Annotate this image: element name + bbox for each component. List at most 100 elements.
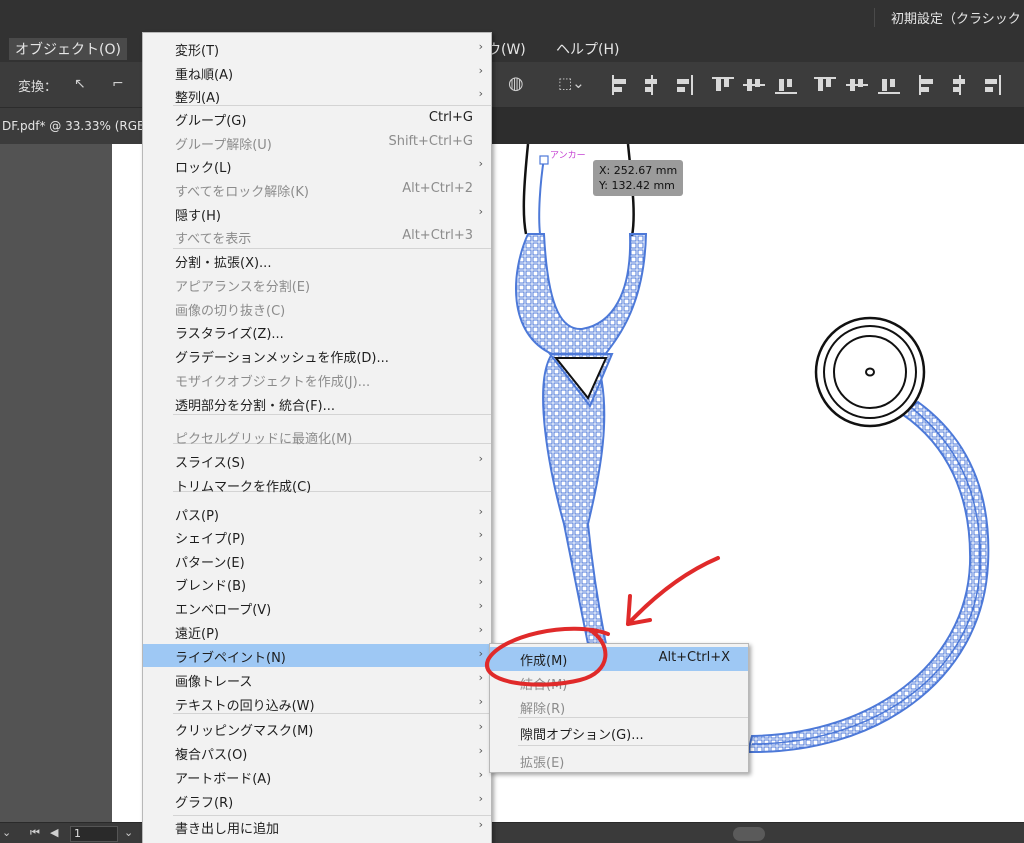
align-h-center-icon[interactable] bbox=[641, 75, 663, 95]
recolor-wheel-icon[interactable]: ◍ bbox=[508, 73, 524, 94]
object-menu-item[interactable]: 重ね順(A) › bbox=[143, 61, 491, 84]
menu-item-label: ブレンド(B) bbox=[175, 579, 247, 594]
object-menu-item[interactable]: ブレンド(B) › bbox=[143, 572, 491, 595]
object-menu-item[interactable]: エンベロープ(V) › bbox=[143, 596, 491, 619]
object-menu-item[interactable]: ライブペイント(N) › bbox=[143, 644, 491, 667]
object-menu-item: 画像の切り抜き(C) bbox=[143, 297, 491, 320]
document-tab[interactable]: DF.pdf* @ 33.33% (RGB bbox=[0, 108, 150, 144]
chevron-right-icon: › bbox=[478, 599, 483, 612]
object-menu-item: グループ解除(U) Shift+Ctrl+G bbox=[143, 131, 491, 154]
chevron-right-icon: › bbox=[478, 40, 483, 53]
menu-item-label: 分割・拡張(X)... bbox=[175, 256, 272, 271]
first-artboard-icon[interactable]: ⏮ bbox=[30, 826, 40, 840]
align-top-icon[interactable] bbox=[712, 75, 734, 95]
object-menu-item[interactable]: パターン(E) › bbox=[143, 549, 491, 572]
menu-item-label: ロック(L) bbox=[175, 161, 232, 176]
menu-item-shortcut: Alt+Ctrl+2 bbox=[402, 181, 473, 196]
object-menu-item[interactable]: 整列(A) › bbox=[143, 84, 491, 107]
chevron-right-icon: › bbox=[478, 647, 483, 660]
object-menu-item[interactable]: シェイプ(P) › bbox=[143, 525, 491, 548]
menu-item-label: グラデーションメッシュを作成(D)... bbox=[175, 351, 389, 366]
submenu-item-label: 拡張(E) bbox=[520, 756, 565, 771]
object-menu-item[interactable]: 分割・拡張(X)... bbox=[143, 249, 491, 272]
object-menu-item[interactable]: ロック(L) › bbox=[143, 154, 491, 177]
submenu-item-label: 隙間オプション(G)... bbox=[520, 728, 644, 743]
menu-item-label: ライブペイント(N) bbox=[175, 651, 286, 666]
distribute-bottom-icon[interactable] bbox=[878, 75, 900, 95]
menu-item-label: すべてを表示 bbox=[175, 232, 252, 247]
chevron-right-icon: › bbox=[478, 505, 483, 518]
artboard-number-field[interactable]: 1 bbox=[70, 826, 118, 842]
object-menu-item[interactable]: 透明部分を分割・統合(F)... bbox=[143, 392, 491, 415]
object-menu-item[interactable]: テキストの回り込み(W) › bbox=[143, 692, 491, 715]
chevron-right-icon: › bbox=[478, 528, 483, 541]
submenu-separator bbox=[518, 745, 748, 746]
chevron-right-icon: › bbox=[478, 768, 483, 781]
object-menu-item[interactable]: アートボード(A) › bbox=[143, 765, 491, 788]
menu-item-label: グループ解除(U) bbox=[175, 138, 272, 153]
object-menu-item[interactable]: 画像トレース › bbox=[143, 668, 491, 691]
submenu-item-label: 解除(R) bbox=[520, 702, 566, 717]
distribute-left-icon[interactable] bbox=[917, 75, 939, 95]
live-paint-submenu: 作成(M) Alt+Ctrl+X 結合(M) 解除(R) 隙間オプション(G)... 拡張… bbox=[489, 643, 749, 773]
live-paint-submenu-item: 結合(M) bbox=[490, 671, 748, 695]
object-menu-item[interactable]: 遠近(P) › bbox=[143, 620, 491, 643]
prev-artboard-icon[interactable]: ◀ bbox=[50, 826, 58, 839]
menu-item-label: 整列(A) bbox=[175, 91, 221, 106]
submenu-item-shortcut: Alt+Ctrl+X bbox=[658, 650, 730, 665]
convert-anchor-icon[interactable]: ↖ bbox=[74, 76, 86, 92]
menu-item-label: アピアランスを分割(E) bbox=[175, 280, 311, 295]
menu-object[interactable]: オブジェクト(O) bbox=[9, 38, 127, 60]
distribute-top-icon[interactable] bbox=[814, 75, 836, 95]
menu-item-label: クリッピングマスク(M) bbox=[175, 724, 314, 739]
object-menu-item[interactable]: グラフ(R) › bbox=[143, 789, 491, 812]
object-menu-item[interactable]: スライス(S) › bbox=[143, 449, 491, 472]
object-menu-item: アピアランスを分割(E) bbox=[143, 273, 491, 296]
live-paint-submenu-item[interactable]: 作成(M) Alt+Ctrl+X bbox=[490, 647, 748, 671]
object-menu-item[interactable]: グラデーションメッシュを作成(D)... bbox=[143, 344, 491, 367]
chevron-right-icon: › bbox=[478, 695, 483, 708]
horizontal-scrollbar-thumb[interactable] bbox=[733, 827, 765, 841]
object-menu-item[interactable]: 変形(T) › bbox=[143, 37, 491, 60]
chevron-right-icon: › bbox=[478, 792, 483, 805]
align-bottom-icon[interactable] bbox=[775, 75, 797, 95]
live-paint-submenu-item[interactable]: 隙間オプション(G)... bbox=[490, 721, 748, 745]
menu-item-label: 画像の切り抜き(C) bbox=[175, 304, 286, 319]
convert-smooth-icon[interactable]: ⌐ bbox=[112, 76, 124, 92]
object-menu-item[interactable]: 複合パス(O) › bbox=[143, 741, 491, 764]
chevron-right-icon: › bbox=[478, 552, 483, 565]
chevron-right-icon: › bbox=[478, 623, 483, 636]
chevron-right-icon: › bbox=[478, 575, 483, 588]
distribute-h-center-icon[interactable] bbox=[949, 75, 971, 95]
object-menu-item[interactable]: パス(P) › bbox=[143, 502, 491, 525]
menu-help[interactable]: ヘルプ(H) bbox=[550, 38, 625, 60]
align-v-center-icon[interactable] bbox=[743, 75, 765, 95]
zoom-dropdown-icon[interactable]: ⌄ bbox=[2, 826, 11, 839]
menu-item-label: モザイクオブジェクトを作成(J)... bbox=[175, 375, 371, 390]
workspace-switcher[interactable]: 初期設定（クラシック bbox=[874, 8, 1024, 27]
object-menu-item[interactable]: トリムマークを作成(C) bbox=[143, 473, 491, 496]
tooltip-x: X: 252.67 mm bbox=[599, 164, 678, 177]
align-right-icon[interactable] bbox=[673, 75, 695, 95]
menu-item-label: 重ね順(A) bbox=[175, 68, 234, 83]
chevron-right-icon: › bbox=[478, 720, 483, 733]
menu-item-label: 遠近(P) bbox=[175, 627, 219, 642]
object-menu-item: ピクセルグリッドに最適化(M) bbox=[143, 425, 491, 448]
align-left-icon[interactable] bbox=[610, 75, 632, 95]
menu-item-label: すべてをロック解除(K) bbox=[175, 185, 309, 200]
object-menu-item[interactable]: ラスタライズ(Z)... bbox=[143, 320, 491, 343]
title-bar: 初期設定（クラシック bbox=[0, 0, 1024, 34]
distribute-right-icon[interactable] bbox=[981, 75, 1003, 95]
object-menu-item[interactable]: 書き出し用に追加 › bbox=[143, 815, 491, 838]
object-menu-item[interactable]: グループ(G) Ctrl+G bbox=[143, 107, 491, 130]
artboard-dropdown-icon[interactable]: ⌄ bbox=[124, 826, 133, 839]
menu-item-label: グループ(G) bbox=[175, 114, 247, 129]
menu-item-label: ラスタライズ(Z)... bbox=[175, 327, 284, 342]
distribute-v-center-icon[interactable] bbox=[846, 75, 868, 95]
object-menu-item[interactable]: クリッピングマスク(M) › bbox=[143, 717, 491, 740]
align-to-selection-icon[interactable]: ⬚⌄ bbox=[558, 74, 585, 92]
chevron-right-icon: › bbox=[478, 87, 483, 100]
menu-item-label: シェイプ(P) bbox=[175, 532, 245, 547]
menu-item-label: パターン(E) bbox=[175, 556, 245, 571]
object-menu-item[interactable]: 隠す(H) › bbox=[143, 202, 491, 225]
